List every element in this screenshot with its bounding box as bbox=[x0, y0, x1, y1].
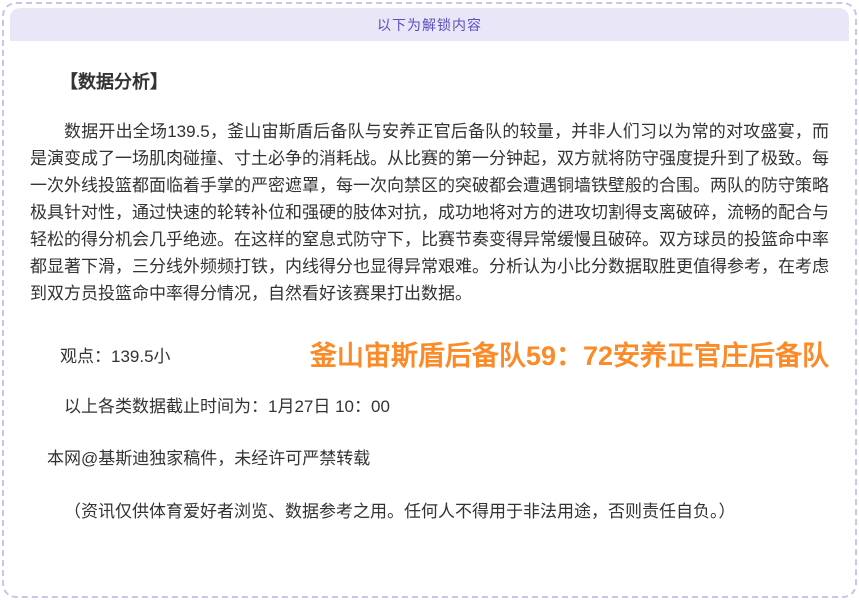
unlocked-content-page: 以下为解锁内容 【数据分析】 数据开出全场139.5，釜山宙斯盾后备队与安养正官… bbox=[0, 0, 859, 600]
data-cutoff-line: 以上各类数据截止时间为：1月27日 10：00 bbox=[30, 393, 829, 420]
article-content: 【数据分析】 数据开出全场139.5，釜山宙斯盾后备队与安养正官后备队的较量，并… bbox=[10, 41, 849, 594]
section-title: 【数据分析】 bbox=[30, 70, 829, 94]
analysis-paragraph: 数据开出全场139.5，釜山宙斯盾后备队与安养正官后备队的较量，并非人们习以为常… bbox=[30, 118, 829, 307]
copyright-line: 本网@基斯迪独家稿件，未经许可严禁转载 bbox=[30, 445, 829, 472]
unlock-banner: 以下为解锁内容 bbox=[10, 8, 849, 41]
unlock-banner-label: 以下为解锁内容 bbox=[377, 15, 482, 35]
viewpoint-row: 观点：139.5小 釜山宙斯盾后备队59：72安养正官庄后备队 bbox=[30, 338, 829, 375]
score-prediction: 釜山宙斯盾后备队59：72安养正官庄后备队 bbox=[310, 338, 829, 375]
viewpoint-label: 观点：139.5小 bbox=[30, 343, 171, 370]
disclaimer-line: （资讯仅供体育爱好者浏览、数据参考之用。任何人不得用于非法用途，否则责任自负。） bbox=[30, 498, 829, 525]
